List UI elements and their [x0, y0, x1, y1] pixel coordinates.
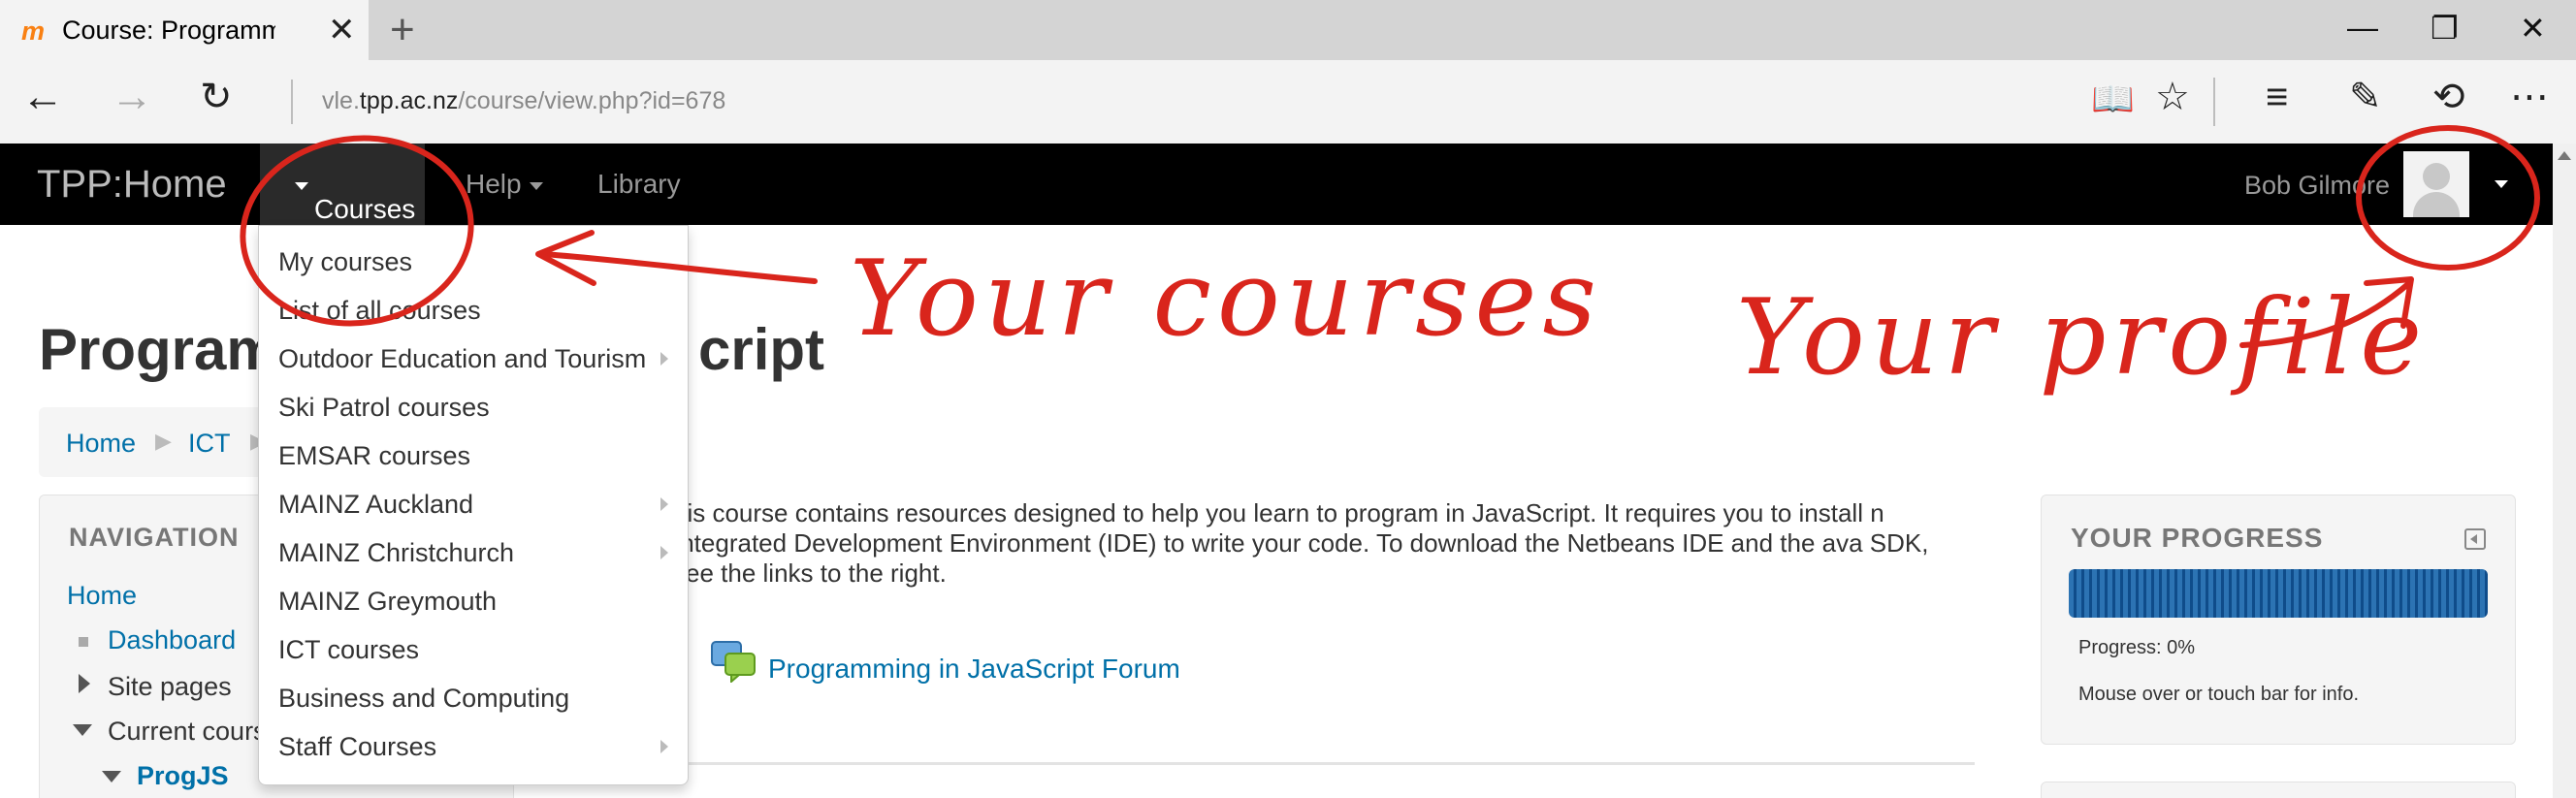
submenu-arrow-icon: [660, 497, 668, 511]
section-divider: [586, 762, 1975, 765]
page-title: Program cript: [39, 317, 825, 382]
navigation-block-title: NAVIGATION: [69, 523, 240, 552]
breadcrumb: Home ▶ ICT ▶: [39, 407, 277, 477]
nav-block-dashboard[interactable]: Dashboard: [108, 625, 236, 655]
browser-tab-bar: m Course: Programming in JavaScript ✕ + …: [0, 0, 2576, 60]
user-menu-caret-icon[interactable]: [2495, 180, 2508, 188]
refresh-icon[interactable]: ↻: [200, 78, 233, 116]
submenu-arrow-icon: [660, 546, 668, 559]
submenu-arrow-icon: [660, 740, 668, 753]
nav-block-current-courses[interactable]: Current cours: [108, 717, 263, 747]
menu-item-emsar[interactable]: EMSAR courses: [259, 431, 690, 480]
nav-courses[interactable]: Courses: [260, 144, 425, 225]
collapse-arrow-icon[interactable]: [73, 724, 92, 736]
favorite-star-icon[interactable]: ☆: [2155, 78, 2190, 116]
avatar-head: [2423, 163, 2450, 190]
progress-label: Progress: 0%: [2078, 637, 2196, 658]
avatar-body: [2413, 192, 2460, 217]
nav-block-site-pages[interactable]: Site pages: [108, 672, 232, 702]
menu-item-list-of-all-courses[interactable]: List of all courses: [259, 286, 690, 335]
breadcrumb-ict[interactable]: ICT: [188, 429, 231, 459]
hub-icon[interactable]: ≡: [2266, 78, 2288, 116]
site-navbar: TPP:Home Courses Help Library Bob Gilmor…: [0, 144, 2553, 225]
menu-item-outdoor-education[interactable]: Outdoor Education and Tourism: [259, 335, 690, 383]
menu-item-ski-patrol[interactable]: Ski Patrol courses: [259, 383, 690, 431]
annotation-your-profile: Your profile: [1736, 277, 2429, 399]
caret-down-icon: [295, 181, 308, 190]
new-tab-icon[interactable]: +: [390, 6, 415, 54]
progress-block: YOUR PROGRESS Progress: 0% Mouse over or…: [2041, 495, 2516, 745]
menu-item-mainz-auckland[interactable]: MAINZ Auckland: [259, 480, 690, 528]
scroll-up-icon[interactable]: [2558, 151, 2571, 160]
collapse-arrow-icon[interactable]: [102, 771, 121, 782]
expand-arrow-icon[interactable]: [79, 674, 90, 693]
progress-bar[interactable]: [2069, 569, 2488, 618]
address-bar: ← → ↻ vle.tpp.ac.nz/course/view.php?id=6…: [0, 60, 2576, 144]
menu-item-my-courses[interactable]: My courses: [259, 238, 690, 286]
nav-help[interactable]: Help: [466, 169, 543, 200]
forum-link[interactable]: Programming in JavaScript Forum: [768, 654, 1180, 685]
close-window-icon[interactable]: ✕: [2520, 10, 2546, 47]
share-icon[interactable]: ⟲: [2432, 78, 2465, 116]
forum-icon: [711, 641, 756, 683]
menu-item-business-computing[interactable]: Business and Computing: [259, 674, 690, 722]
caret-down-icon: [529, 181, 543, 190]
web-note-icon[interactable]: ✎: [2349, 78, 2382, 116]
url-divider: [291, 80, 293, 124]
annotation-your-courses: Your courses: [850, 239, 1602, 360]
page-scrollbar[interactable]: [2553, 144, 2576, 798]
restore-icon[interactable]: ❐: [2431, 10, 2459, 47]
course-summary: his course contains resources designed t…: [673, 498, 1929, 588]
minimize-icon[interactable]: —: [2347, 10, 2378, 46]
progress-block-title: YOUR PROGRESS: [2071, 523, 2324, 553]
submenu-arrow-icon: [660, 352, 668, 366]
breadcrumb-home[interactable]: Home: [66, 429, 136, 459]
more-icon[interactable]: ⋯: [2510, 78, 2549, 116]
site-brand[interactable]: TPP:Home: [37, 163, 227, 207]
nav-block-home[interactable]: Home: [67, 581, 137, 611]
progress-info: Mouse over or touch bar for info.: [2078, 684, 2360, 705]
user-name[interactable]: Bob Gilmore: [2244, 171, 2390, 201]
nav-library[interactable]: Library: [597, 169, 681, 200]
forward-icon[interactable]: →: [111, 76, 153, 118]
browser-tab[interactable]: m Course: Programming in JavaScript ✕: [0, 0, 369, 60]
url-field[interactable]: vle.tpp.ac.nz/course/view.php?id=678: [322, 87, 725, 115]
menu-item-mainz-christchurch[interactable]: MAINZ Christchurch: [259, 528, 690, 577]
reading-view-icon[interactable]: 📖: [2091, 81, 2135, 116]
breadcrumb-separator-icon: ▶: [155, 429, 172, 453]
courses-dropdown: My courses List of all courses Outdoor E…: [258, 225, 689, 785]
moodle-icon: m: [21, 16, 46, 46]
avatar[interactable]: [2403, 151, 2469, 217]
bullet-icon: [79, 637, 88, 647]
menu-item-staff-courses[interactable]: Staff Courses: [259, 722, 690, 771]
dock-block-icon[interactable]: [2464, 528, 2486, 550]
back-icon[interactable]: ←: [21, 76, 64, 118]
menu-item-mainz-greymouth[interactable]: MAINZ Greymouth: [259, 577, 690, 625]
close-tab-icon[interactable]: ✕: [328, 11, 356, 49]
nav-block-current-course[interactable]: ProgJS: [137, 761, 229, 791]
tab-title: Course: Programming in JavaScript: [62, 16, 275, 45]
secondary-block: [2041, 782, 2516, 798]
menu-item-ict-courses[interactable]: ICT courses: [259, 625, 690, 674]
toolbar-divider: [2213, 78, 2215, 126]
